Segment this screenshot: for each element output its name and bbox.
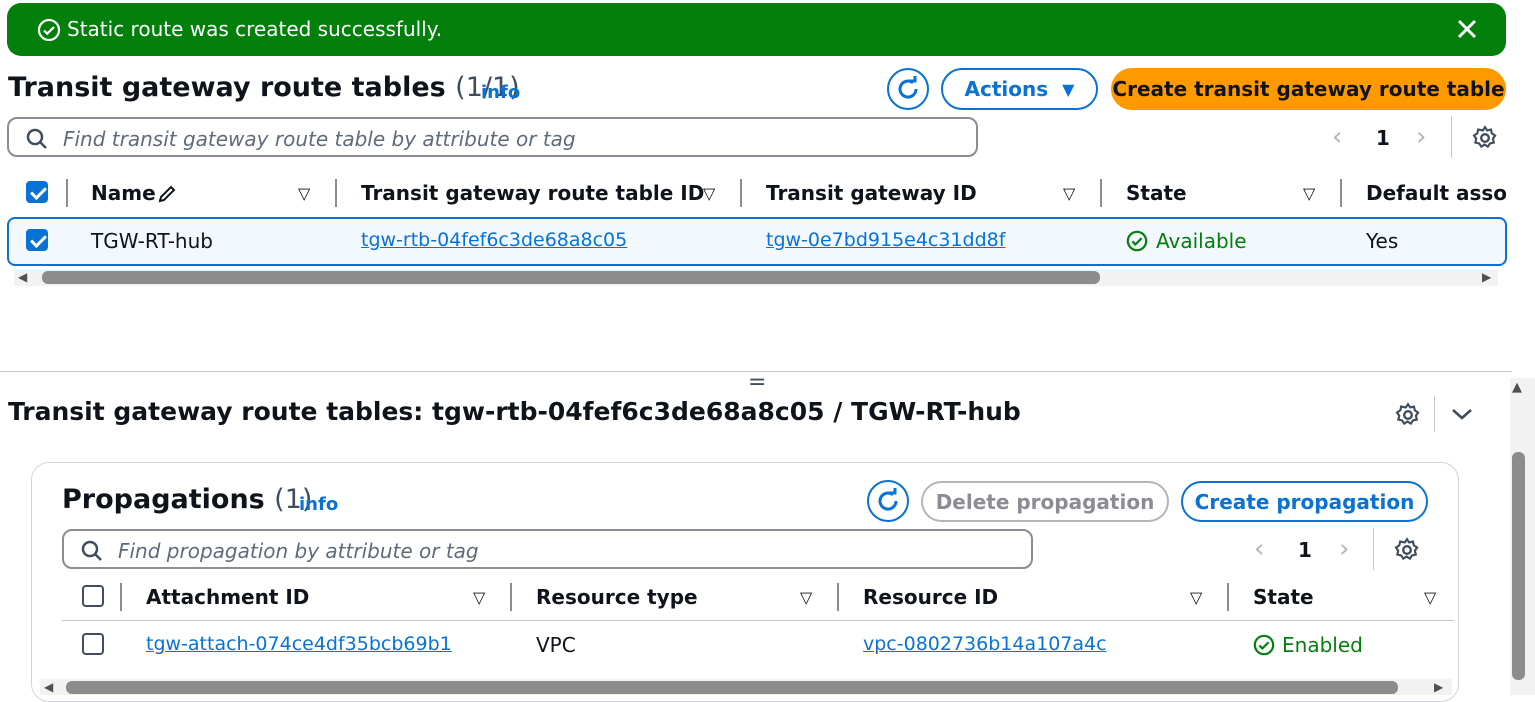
route-tables-title: Transit gateway route tables xyxy=(8,72,446,103)
header-divider xyxy=(62,620,1454,621)
sort-icon[interactable]: ▽ xyxy=(703,184,715,203)
sort-icon[interactable]: ▽ xyxy=(298,184,310,203)
row-name: TGW-RT-hub xyxy=(91,229,213,253)
edit-pencil-icon xyxy=(158,185,176,203)
column-divider xyxy=(1340,179,1342,207)
resource-id-link[interactable]: vpc-0802736b14a107a4c xyxy=(863,633,1107,655)
column-divider xyxy=(740,179,742,207)
create-propagation-button[interactable]: Create propagation xyxy=(1181,481,1428,522)
scroll-right-icon[interactable]: ▶ xyxy=(1434,680,1443,694)
route-table-search-input[interactable]: Find transit gateway route table by attr… xyxy=(7,117,978,157)
column-divider xyxy=(335,179,337,207)
settings-gear-icon[interactable] xyxy=(1395,402,1421,428)
next-page-icon[interactable]: › xyxy=(1416,122,1426,152)
col-resource-type[interactable]: Resource type xyxy=(536,585,698,609)
search-icon xyxy=(26,128,47,149)
column-divider xyxy=(837,583,839,611)
success-flashbar: Static route was created successfully. xyxy=(7,3,1506,56)
success-check-icon xyxy=(37,18,61,42)
page-number[interactable]: 1 xyxy=(1298,538,1312,562)
scroll-up-icon[interactable]: ▲ xyxy=(1512,380,1522,395)
column-divider xyxy=(120,583,122,611)
scroll-right-icon[interactable]: ▶ xyxy=(1482,270,1491,284)
select-all-checkbox[interactable] xyxy=(26,181,48,203)
select-all-checkbox[interactable] xyxy=(82,585,104,607)
info-link[interactable]: info xyxy=(481,82,520,103)
col-attachment-id[interactable]: Attachment ID xyxy=(146,585,309,609)
close-icon[interactable] xyxy=(1455,17,1479,41)
info-link[interactable]: info xyxy=(299,494,338,515)
sort-icon[interactable]: ▽ xyxy=(473,588,485,607)
col-tgw-id[interactable]: Transit gateway ID xyxy=(766,181,977,205)
scroll-left-icon[interactable]: ◀ xyxy=(18,270,27,284)
attachment-id-link[interactable]: tgw-attach-074ce4df35bcb69b1 xyxy=(146,633,452,655)
propagation-search-input[interactable]: Find propagation by attribute or tag xyxy=(62,529,1033,569)
col-resource-id[interactable]: Resource ID xyxy=(863,585,998,609)
settings-gear-icon[interactable] xyxy=(1472,125,1498,151)
resize-handle-icon[interactable]: = xyxy=(748,370,766,395)
column-divider xyxy=(66,179,68,207)
sort-icon[interactable]: ▽ xyxy=(1424,588,1436,607)
scrollbar-thumb[interactable] xyxy=(42,271,1100,284)
refresh-icon xyxy=(878,488,898,511)
state-enabled: Enabled xyxy=(1282,633,1363,657)
column-divider xyxy=(1100,179,1102,207)
detail-title: Transit gateway route tables: tgw-rtb-04… xyxy=(8,397,1021,426)
enabled-status-icon xyxy=(1253,634,1275,656)
state-available: Available xyxy=(1156,229,1247,253)
tgw-id-link[interactable]: tgw-0e7bd915e4c31dd8f xyxy=(766,229,1005,251)
propagations-title: Propagations (1) xyxy=(62,484,312,515)
refresh-button[interactable] xyxy=(887,68,929,110)
col-state[interactable]: State xyxy=(1253,585,1314,609)
divider xyxy=(1434,396,1435,432)
prev-page-icon[interactable]: ‹ xyxy=(1254,534,1264,564)
propagations-title-text: Propagations xyxy=(62,484,265,515)
col-default-association[interactable]: Default associ xyxy=(1366,181,1506,205)
sort-icon[interactable]: ▽ xyxy=(800,588,812,607)
available-status-icon xyxy=(1126,230,1148,252)
row-checkbox[interactable] xyxy=(82,633,104,655)
actions-label: Actions xyxy=(964,77,1049,101)
default-association-value: Yes xyxy=(1366,229,1399,253)
refresh-button[interactable] xyxy=(867,480,909,522)
scrollbar-thumb[interactable] xyxy=(66,681,1398,694)
row-checkbox[interactable] xyxy=(26,229,48,251)
actions-button[interactable]: Actions ▼ xyxy=(941,68,1098,110)
refresh-icon xyxy=(898,76,918,99)
divider xyxy=(1373,528,1374,570)
rtb-id-link[interactable]: tgw-rtb-04fef6c3de68a8c05 xyxy=(361,229,627,251)
col-name[interactable]: Name xyxy=(91,181,156,205)
next-page-icon[interactable]: › xyxy=(1339,534,1349,564)
chevron-down-icon[interactable] xyxy=(1450,404,1474,424)
vertical-scrollbar-thumb[interactable] xyxy=(1512,452,1525,680)
column-divider xyxy=(510,583,512,611)
create-route-table-button[interactable]: Create transit gateway route table xyxy=(1111,68,1506,110)
search-icon xyxy=(81,540,102,561)
divider xyxy=(1451,116,1452,158)
page-number[interactable]: 1 xyxy=(1376,126,1390,150)
settings-gear-icon[interactable] xyxy=(1394,537,1420,563)
table-row[interactable] xyxy=(7,217,1507,266)
search-placeholder: Find propagation by attribute or tag xyxy=(118,539,479,563)
page-title: Transit gateway route tables (1/1) xyxy=(8,72,520,103)
scroll-left-icon[interactable]: ◀ xyxy=(44,680,53,694)
sort-icon[interactable]: ▽ xyxy=(1190,588,1202,607)
col-state[interactable]: State xyxy=(1126,181,1187,205)
col-rtb-id[interactable]: Transit gateway route table ID xyxy=(361,181,704,205)
sort-icon[interactable]: ▽ xyxy=(1063,184,1075,203)
prev-page-icon[interactable]: ‹ xyxy=(1332,122,1342,152)
flash-message: Static route was created successfully. xyxy=(67,17,443,41)
resource-type-value: VPC xyxy=(536,633,576,657)
caret-down-icon: ▼ xyxy=(1062,79,1075,99)
sort-icon[interactable]: ▽ xyxy=(1303,184,1315,203)
delete-propagation-button[interactable]: Delete propagation xyxy=(921,481,1169,522)
column-divider xyxy=(1227,583,1229,611)
search-placeholder: Find transit gateway route table by attr… xyxy=(63,127,576,151)
